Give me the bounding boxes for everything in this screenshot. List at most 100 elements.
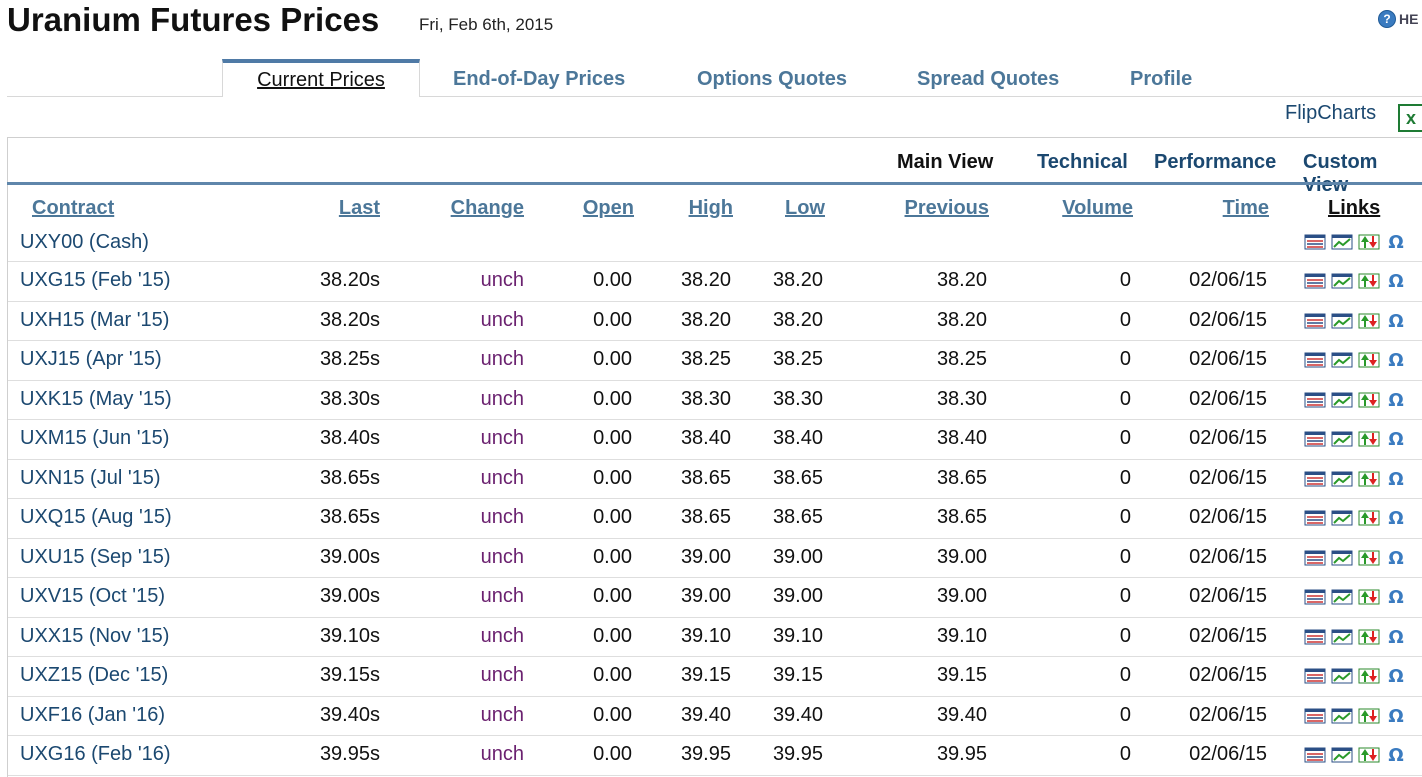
tab-options-quotes[interactable]: Options Quotes [697,68,847,91]
options-omega-icon[interactable]: Ω [1384,509,1408,527]
up-down-arrows-icon[interactable] [1357,549,1381,567]
chart-icon[interactable] [1330,509,1354,527]
cell-contract[interactable]: UXG16 (Feb '16) [20,743,280,766]
options-omega-icon[interactable]: Ω [1384,233,1408,251]
tab-current-prices[interactable]: Current Prices [222,59,420,97]
help-link[interactable]: ? HE [1378,10,1418,28]
options-omega-icon[interactable]: Ω [1384,667,1408,685]
chart-icon[interactable] [1330,667,1354,685]
quote-table-icon[interactable] [1303,746,1327,764]
help-icon[interactable]: ? [1378,10,1396,28]
column-header-time[interactable]: Time [1169,197,1269,220]
up-down-arrows-icon[interactable] [1357,272,1381,290]
cell-contract[interactable]: UXK15 (May '15) [20,388,280,411]
cell-contract[interactable]: UXJ15 (Apr '15) [20,348,280,371]
view-main[interactable]: Main View [897,151,993,174]
excel-icon[interactable]: x [1398,104,1422,132]
chart-icon[interactable] [1330,628,1354,646]
tab-end-of-day-prices[interactable]: End-of-Day Prices [453,68,625,91]
cell-contract[interactable]: UXQ15 (Aug '15) [20,506,280,529]
options-omega-icon[interactable]: Ω [1384,312,1408,330]
chart-icon[interactable] [1330,351,1354,369]
cell-contract[interactable]: UXZ15 (Dec '15) [20,664,280,687]
chart-icon[interactable] [1330,707,1354,725]
column-header-change[interactable]: Change [404,197,524,220]
up-down-arrows-icon[interactable] [1357,707,1381,725]
options-omega-icon[interactable]: Ω [1384,549,1408,567]
tab-label[interactable]: Current Prices [257,69,385,91]
options-omega-icon[interactable]: Ω [1384,351,1408,369]
cell-contract[interactable]: UXY00 (Cash) [20,231,280,254]
cell-open: 0.00 [593,348,632,370]
up-down-arrows-icon[interactable] [1357,430,1381,448]
cell-contract[interactable]: UXH15 (Mar '15) [20,309,280,332]
chart-icon[interactable] [1330,588,1354,606]
up-down-arrows-icon[interactable] [1357,628,1381,646]
column-header-last[interactable]: Last [280,197,380,220]
quote-table-icon[interactable] [1303,667,1327,685]
up-down-arrows-icon[interactable] [1357,233,1381,251]
quote-table-icon[interactable] [1303,628,1327,646]
options-omega-icon[interactable]: Ω [1384,588,1408,606]
chart-icon[interactable] [1330,549,1354,567]
chart-icon[interactable] [1330,470,1354,488]
options-omega-icon[interactable]: Ω [1384,628,1408,646]
chart-icon[interactable] [1330,391,1354,409]
row-links: Ω [1303,549,1408,567]
quote-table-icon[interactable] [1303,351,1327,369]
quote-table-icon[interactable] [1303,312,1327,330]
view-technical[interactable]: Technical [1037,151,1128,174]
tab-profile[interactable]: Profile [1130,68,1192,91]
options-omega-icon[interactable]: Ω [1384,391,1408,409]
chart-icon[interactable] [1330,746,1354,764]
help-label[interactable]: HE [1399,11,1418,27]
svg-text:Ω: Ω [1388,233,1403,251]
cell-last: 39.10s [319,625,380,647]
up-down-arrows-icon[interactable] [1357,470,1381,488]
quote-table-icon[interactable] [1303,272,1327,290]
cell-contract[interactable]: UXN15 (Jul '15) [20,467,280,490]
up-down-arrows-icon[interactable] [1357,509,1381,527]
quote-table-icon[interactable] [1303,549,1327,567]
view-performance[interactable]: Performance [1154,151,1276,174]
chart-icon[interactable] [1330,430,1354,448]
column-header-open[interactable]: Open [534,197,634,220]
quote-table-icon[interactable] [1303,707,1327,725]
view-custom[interactable]: Custom View [1303,151,1422,197]
cell-contract[interactable]: UXV15 (Oct '15) [20,585,280,608]
chart-icon[interactable] [1330,272,1354,290]
column-header-previous[interactable]: Previous [869,197,989,220]
quote-table-icon[interactable] [1303,391,1327,409]
page-date: Fri, Feb 6th, 2015 [419,15,554,34]
options-omega-icon[interactable]: Ω [1384,430,1408,448]
options-omega-icon[interactable]: Ω [1384,470,1408,488]
quote-table-icon[interactable] [1303,509,1327,527]
options-omega-icon[interactable]: Ω [1384,746,1408,764]
up-down-arrows-icon[interactable] [1357,351,1381,369]
options-omega-icon[interactable]: Ω [1384,272,1408,290]
cell-contract[interactable]: UXX15 (Nov '15) [20,625,280,648]
column-header-volume[interactable]: Volume [1013,197,1133,220]
options-omega-icon[interactable]: Ω [1384,707,1408,725]
tab-spread-quotes[interactable]: Spread Quotes [917,68,1059,91]
column-header-contract[interactable]: Contract [32,197,114,220]
cell-contract[interactable]: UXG15 (Feb '15) [20,269,280,292]
cell-high: 38.20 [680,309,731,331]
quote-table-icon[interactable] [1303,588,1327,606]
column-header-low[interactable]: Low [745,197,825,220]
up-down-arrows-icon[interactable] [1357,588,1381,606]
up-down-arrows-icon[interactable] [1357,746,1381,764]
cell-contract[interactable]: UXF16 (Jan '16) [20,704,280,727]
chart-icon[interactable] [1330,312,1354,330]
up-down-arrows-icon[interactable] [1357,312,1381,330]
quote-table-icon[interactable] [1303,233,1327,251]
cell-contract[interactable]: UXM15 (Jun '15) [20,427,280,450]
up-down-arrows-icon[interactable] [1357,391,1381,409]
cell-contract[interactable]: UXU15 (Sep '15) [20,546,280,569]
column-header-high[interactable]: High [653,197,733,220]
quote-table-icon[interactable] [1303,430,1327,448]
quote-table-icon[interactable] [1303,470,1327,488]
up-down-arrows-icon[interactable] [1357,667,1381,685]
flipcharts-link[interactable]: FlipCharts [1285,102,1376,125]
chart-icon[interactable] [1330,233,1354,251]
